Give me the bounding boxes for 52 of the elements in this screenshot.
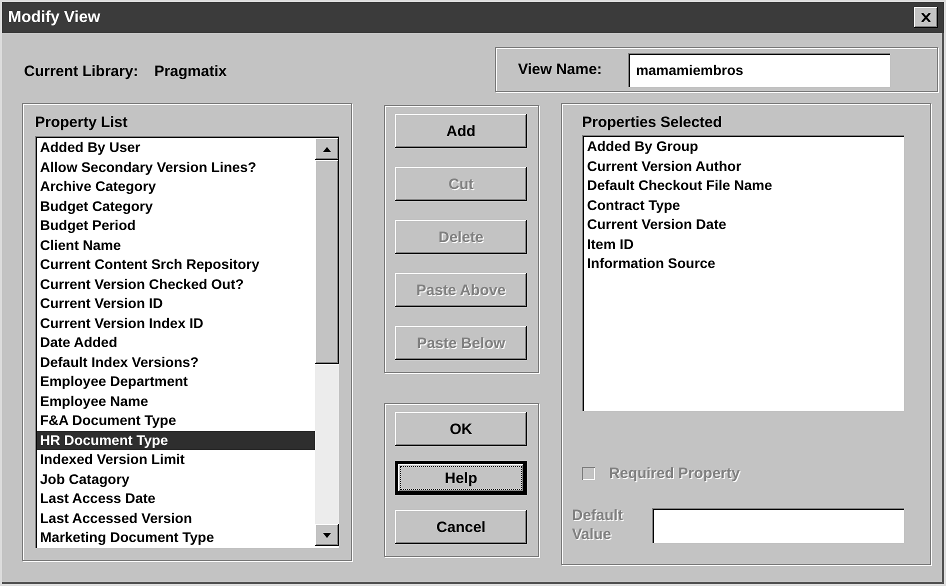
edit-button[interactable]: Add (395, 114, 527, 148)
property-list-item[interactable]: Current Version Index ID (37, 314, 315, 333)
properties-selected-item[interactable]: Default Checkout File Name (584, 176, 904, 196)
properties-selected-item[interactable]: Information Source (584, 254, 904, 274)
property-list-item[interactable]: Client Name (37, 236, 315, 255)
properties-selected-box[interactable]: Added By Group Current Version Author Default Checkout File Name Contract Type Current Version Date Item ID Information Source (582, 135, 904, 411)
properties-selected-item[interactable]: Current Version Author (584, 156, 904, 176)
properties-selected-item[interactable]: Item ID (584, 234, 904, 254)
down-arrow-icon (323, 532, 331, 538)
properties-selected-item[interactable]: Contract Type (584, 196, 904, 215)
scroll-up-button[interactable] (315, 138, 339, 160)
library-label: Current Library: (24, 63, 138, 80)
property-list-item[interactable]: Indexed Version Limit (37, 450, 315, 470)
property-list-item[interactable]: Marketing Document Type (37, 528, 315, 546)
dialog-button[interactable]: OK (395, 412, 527, 446)
library-value: Pragmatix (154, 63, 227, 80)
properties-selected-item[interactable]: Added By Group (584, 137, 904, 156)
properties-selected-item[interactable]: Current Version Date (584, 215, 904, 234)
close-button[interactable] (914, 7, 938, 28)
property-list-item[interactable]: Employee Name (37, 392, 315, 411)
property-list-item[interactable]: F&A Document Type (37, 411, 315, 430)
property-list-item[interactable]: Date Added (37, 333, 315, 352)
property-list-item[interactable]: Archive Category (37, 177, 315, 196)
dialog-button[interactable]: Help (395, 461, 527, 495)
property-list-item[interactable]: Budget Period (37, 216, 315, 236)
property-list-item[interactable]: Allow Secondary Version Lines? (37, 158, 315, 177)
default-value-label: Default Value (572, 506, 624, 544)
property-list-item[interactable]: Default Index Versions? (37, 352, 315, 372)
property-list-item[interactable]: Job Catagory (37, 470, 315, 489)
property-list-item[interactable]: Last Accessed Version (37, 508, 315, 528)
property-list-item[interactable]: Last Access Date (37, 489, 315, 508)
default-value-field[interactable] (652, 508, 904, 542)
property-list-title: Property List (35, 114, 129, 131)
property-list-item[interactable]: Added By User (37, 138, 315, 158)
window-title: Modify View (8, 8, 100, 26)
property-list-item[interactable]: Current Content Srch Repository (37, 255, 315, 274)
scroll-thumb[interactable] (315, 160, 339, 364)
view-name-field[interactable]: mamamiembros (628, 52, 890, 86)
property-list-item[interactable]: Budget Category (37, 196, 315, 216)
properties-selected-title: Properties Selected (582, 114, 724, 131)
property-list-item[interactable]: Current Version Checked Out? (37, 274, 315, 294)
scroll-down-button[interactable] (315, 524, 339, 546)
view-name-label: View Name: (518, 61, 602, 78)
scroll-bar[interactable] (315, 138, 339, 546)
close-icon (921, 13, 931, 22)
property-list-item[interactable]: HR Document Type (37, 430, 315, 450)
up-arrow-icon (323, 146, 331, 152)
property-list-item[interactable]: Current Version ID (37, 294, 315, 314)
property-list-item[interactable]: Employee Department (37, 372, 315, 392)
dialog-button[interactable]: Cancel (395, 510, 527, 544)
required-property-label: Required Property (609, 465, 740, 482)
property-list-box[interactable] (35, 136, 339, 548)
